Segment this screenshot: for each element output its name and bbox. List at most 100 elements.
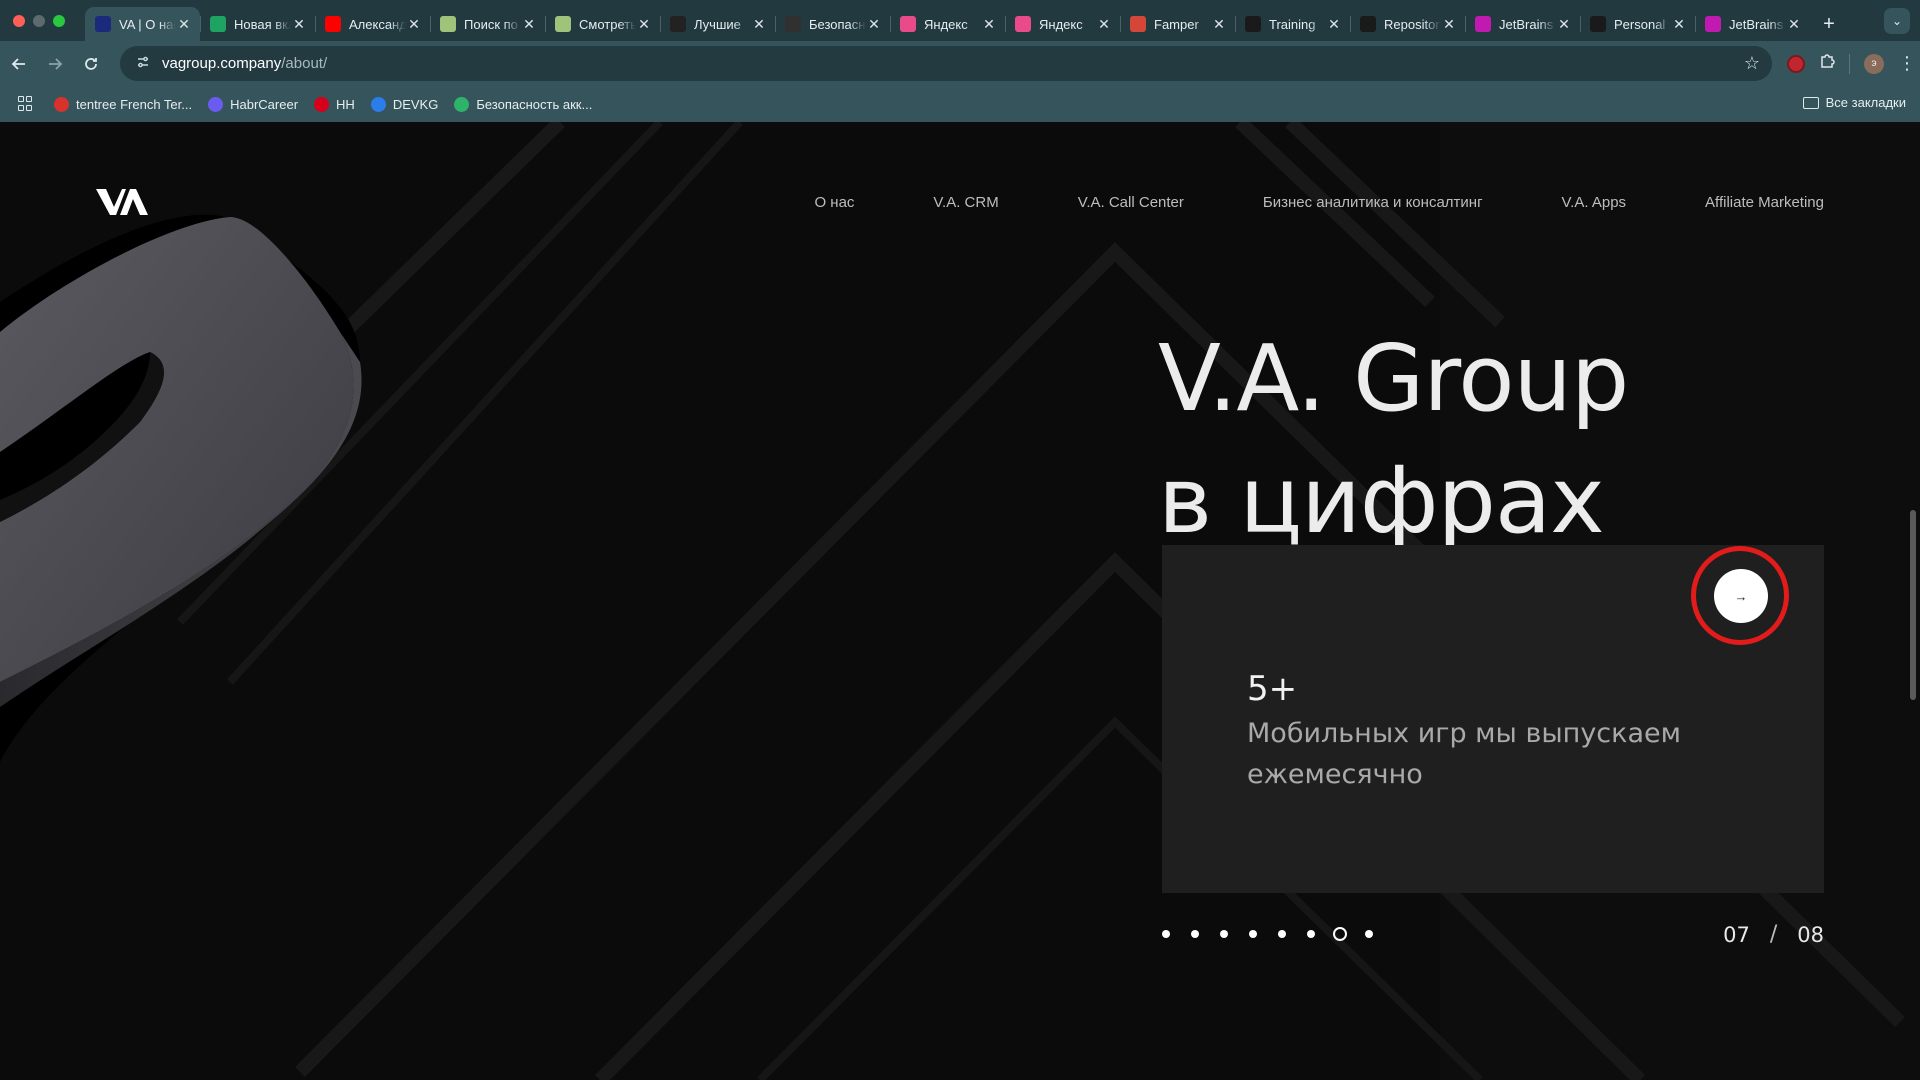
hero-title: V.A. Group в цифрах bbox=[1158, 318, 1629, 562]
browser-tab[interactable]: Смотреть ✕ bbox=[545, 7, 660, 41]
tab-close-icon[interactable]: ✕ bbox=[521, 16, 537, 33]
all-bookmarks-label: Все закладки bbox=[1825, 95, 1906, 110]
tab-close-icon[interactable]: ✕ bbox=[1096, 16, 1112, 33]
tab-close-icon[interactable]: ✕ bbox=[291, 16, 307, 33]
tab-close-icon[interactable]: ✕ bbox=[751, 16, 767, 33]
bookmark-label: tentree French Ter... bbox=[76, 96, 193, 112]
pagination-dot[interactable] bbox=[1307, 930, 1315, 938]
tab-search-icon[interactable]: ⌄ bbox=[1884, 8, 1910, 34]
tab-close-icon[interactable]: ✕ bbox=[176, 16, 192, 33]
chat-gpt-icon bbox=[440, 16, 456, 32]
browser-tab[interactable]: Personal ✕ bbox=[1580, 7, 1695, 41]
minimize-window-button[interactable] bbox=[33, 14, 45, 27]
pagination-dot[interactable] bbox=[1191, 930, 1199, 938]
pagination-dot[interactable] bbox=[1249, 930, 1257, 938]
tab-title: Новая вкладка bbox=[234, 16, 291, 32]
pagination-dot[interactable] bbox=[1162, 930, 1170, 938]
tab-title: Repository bbox=[1384, 16, 1441, 32]
apps-grid-icon[interactable] bbox=[18, 96, 34, 112]
nav-link[interactable]: V.A. Call Center bbox=[1078, 194, 1184, 211]
nav-link[interactable]: Affiliate Marketing bbox=[1705, 194, 1824, 211]
tab-title: Лучшие bbox=[694, 16, 741, 32]
browser-tab[interactable]: Famper ✕ bbox=[1120, 7, 1235, 41]
tab-close-icon[interactable]: ✕ bbox=[406, 16, 422, 33]
nav-link[interactable]: О нас bbox=[814, 194, 854, 211]
browser-tab[interactable]: JetBrains ✕ bbox=[1695, 7, 1810, 41]
slide-counter: 07 / 08 bbox=[1723, 922, 1824, 947]
hero-title-line-2: в цифрах bbox=[1158, 447, 1605, 554]
hh-icon bbox=[314, 96, 330, 112]
back-button[interactable] bbox=[2, 47, 36, 81]
menu-kebab-icon[interactable]: ⋮ bbox=[1898, 53, 1916, 74]
profile-avatar[interactable]: э bbox=[1864, 53, 1884, 74]
tab-close-icon[interactable]: ✕ bbox=[981, 16, 997, 33]
bookmark-item[interactable]: HabrCareer bbox=[208, 96, 298, 112]
yandex-icon bbox=[1015, 16, 1031, 32]
stat-description: Мобильных игр мы выпускаем ежемесячно bbox=[1247, 718, 1681, 790]
new-tab-button[interactable]: + bbox=[1814, 13, 1844, 36]
tab-title: JetBrains bbox=[1499, 16, 1554, 32]
arrow-left-icon bbox=[11, 57, 25, 70]
tab-close-icon[interactable]: ✕ bbox=[1556, 16, 1572, 33]
address-bar[interactable]: vagroup.company/about/ ☆ bbox=[120, 46, 1772, 81]
bookmarks-bar: tentree French Ter... HabrCareer HH DEVKG Бе… bbox=[0, 86, 1920, 122]
browser-tab[interactable]: Александр✕ bbox=[315, 7, 430, 41]
tab-close-icon[interactable]: ✕ bbox=[636, 16, 652, 33]
browser-tab[interactable]: Training ✕ bbox=[1235, 7, 1350, 41]
tab-close-icon[interactable]: ✕ bbox=[1671, 16, 1687, 33]
browser-chrome: VA | О нас✕Новая вкладка✕Александр✕Поиск… bbox=[0, 0, 1920, 122]
tab-title: Famper bbox=[1154, 16, 1199, 32]
pagination-dot[interactable] bbox=[1278, 930, 1286, 938]
browser-tab[interactable]: Лучшие ✕ bbox=[660, 7, 775, 41]
maximize-window-button[interactable] bbox=[53, 14, 65, 27]
github-icon bbox=[1245, 16, 1261, 32]
arrow-right-icon bbox=[49, 57, 63, 70]
forward-button[interactable] bbox=[38, 47, 72, 81]
window-controls bbox=[13, 14, 85, 27]
tab-close-icon[interactable]: ✕ bbox=[1211, 16, 1227, 33]
page-scrollbar[interactable] bbox=[1910, 510, 1916, 700]
bookmark-item[interactable]: tentree French Ter... bbox=[54, 96, 193, 112]
all-bookmarks-button[interactable]: Все закладки bbox=[1802, 95, 1906, 110]
nav-link[interactable]: Бизнес аналитика и консалтинг bbox=[1263, 194, 1483, 211]
va-logo[interactable] bbox=[96, 187, 148, 217]
tab-close-icon[interactable]: ✕ bbox=[1441, 16, 1457, 33]
stat-number: 5+ bbox=[1247, 669, 1298, 709]
tab-close-icon[interactable]: ✕ bbox=[1786, 16, 1802, 33]
reload-button[interactable] bbox=[74, 47, 108, 81]
browser-tab[interactable]: Repository ✕ bbox=[1350, 7, 1465, 41]
yandex-icon bbox=[900, 16, 916, 32]
extensions-puzzle-icon[interactable] bbox=[1819, 53, 1835, 74]
browser-tab[interactable]: VA | О нас ✕ bbox=[85, 7, 200, 41]
url-host: vagroup.company bbox=[162, 55, 282, 72]
site-info-icon[interactable] bbox=[136, 55, 154, 72]
close-window-button[interactable] bbox=[13, 14, 25, 27]
github-icon bbox=[1590, 16, 1606, 32]
browser-tab[interactable]: Яндекс ✕ bbox=[1005, 7, 1120, 41]
tab-close-icon[interactable]: ✕ bbox=[866, 16, 882, 33]
browser-tab[interactable]: Поиск по ✕ bbox=[430, 7, 545, 41]
bookmark-item[interactable]: Безопасность акк... bbox=[454, 96, 593, 112]
pagination-dot-active[interactable] bbox=[1333, 927, 1347, 941]
yandex-id-icon bbox=[785, 16, 801, 32]
nav-link[interactable]: V.A. CRM bbox=[933, 194, 998, 211]
browser-tab[interactable]: JetBrains ✕ bbox=[1465, 7, 1580, 41]
extension-shield-icon[interactable] bbox=[1787, 54, 1805, 73]
nav-link[interactable]: V.A. Apps bbox=[1562, 194, 1627, 211]
browser-tab[interactable]: Безопасность✕ bbox=[775, 7, 890, 41]
bookmark-item[interactable]: HH bbox=[314, 96, 355, 112]
folder-icon bbox=[1802, 96, 1819, 109]
tab-title: VA | О нас bbox=[119, 16, 176, 32]
bookmark-star-icon[interactable]: ☆ bbox=[1744, 53, 1760, 74]
shield-icon bbox=[454, 96, 470, 112]
tab-title: JetBrains bbox=[1729, 16, 1784, 32]
pagination-dot[interactable] bbox=[1220, 930, 1228, 938]
browser-tab[interactable]: Новая вкладка✕ bbox=[200, 7, 315, 41]
next-slide-button[interactable]: → bbox=[1714, 569, 1768, 623]
tab-close-icon[interactable]: ✕ bbox=[1326, 16, 1342, 33]
bookmark-label: Безопасность акк... bbox=[476, 96, 593, 112]
bookmark-item[interactable]: DEVKG bbox=[370, 96, 438, 112]
pagination-dot[interactable] bbox=[1365, 930, 1373, 938]
browser-tab[interactable]: Яндекс ✕ bbox=[890, 7, 1005, 41]
github-icon bbox=[1360, 16, 1376, 32]
